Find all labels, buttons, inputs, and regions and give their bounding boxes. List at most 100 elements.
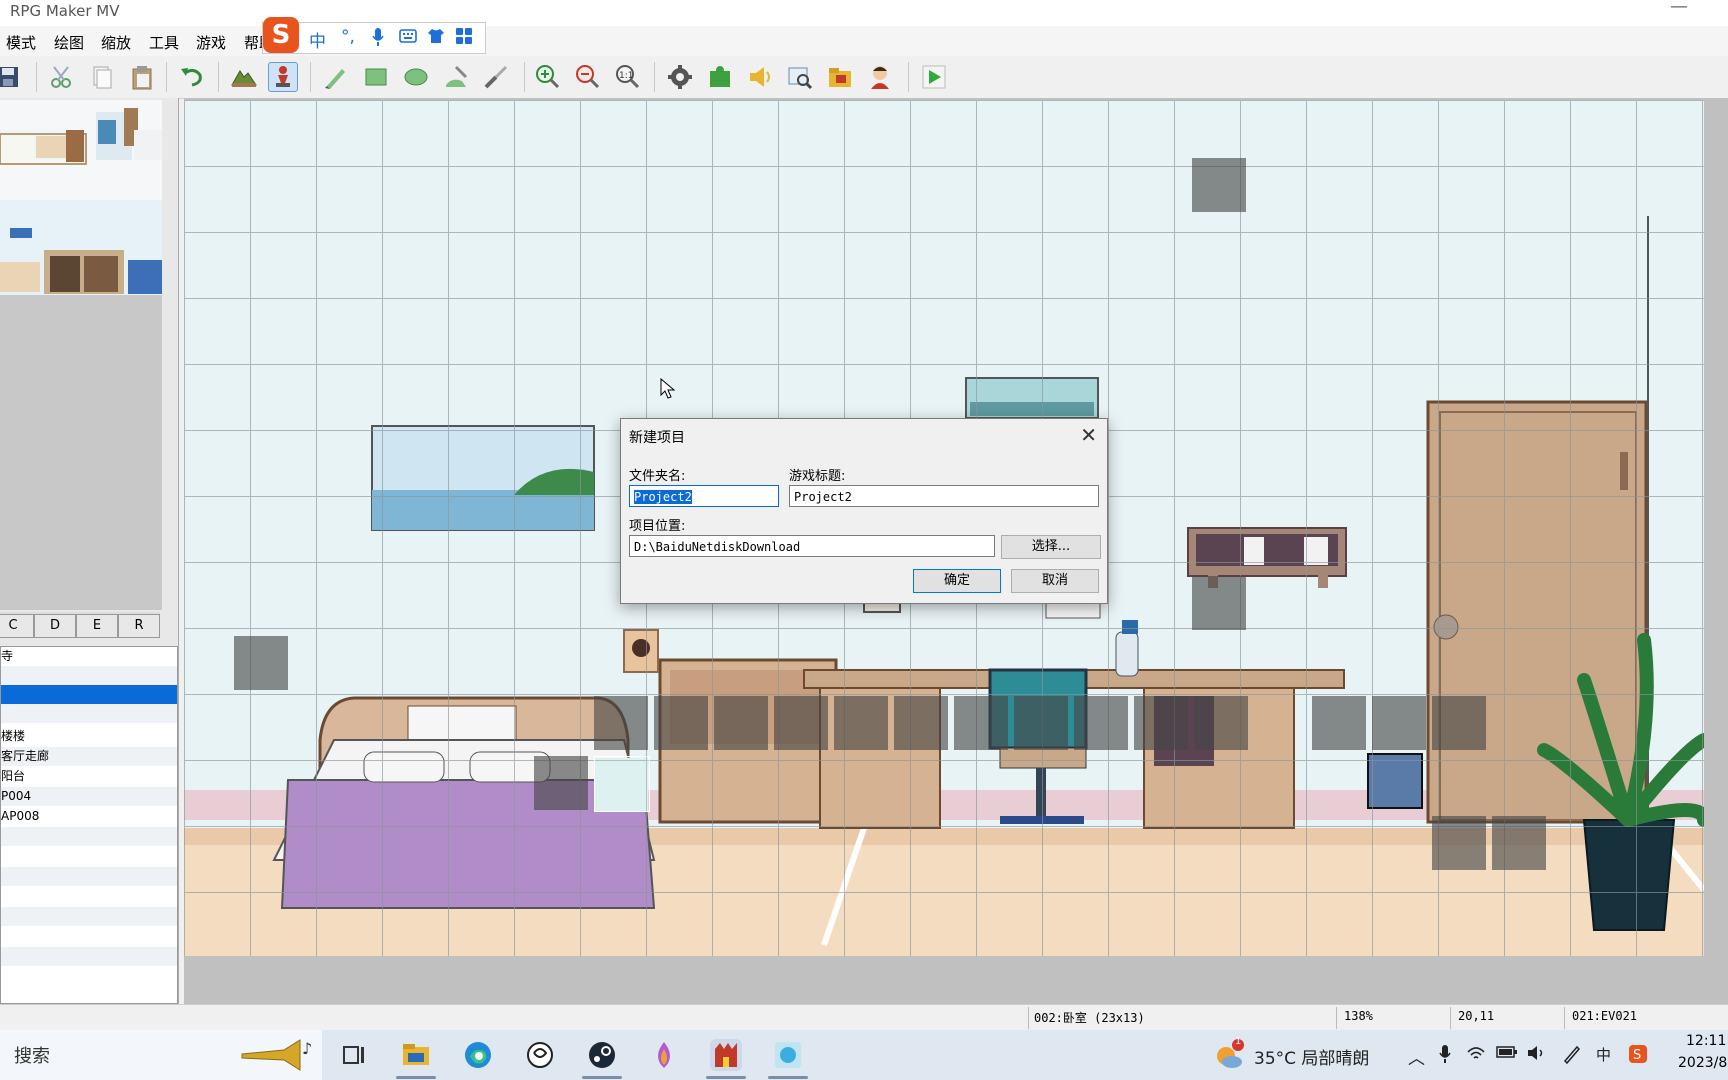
keyboard-icon[interactable] (399, 27, 417, 50)
tab-d[interactable]: D (34, 614, 76, 638)
file-explorer-icon[interactable] (400, 1039, 432, 1071)
map-event[interactable] (594, 696, 648, 750)
save-icon[interactable] (0, 63, 22, 91)
title-bar: RPG Maker MV — (0, 0, 1728, 26)
clock-date[interactable]: 2023/8 (1678, 1055, 1727, 1071)
database-gear-icon[interactable] (666, 63, 694, 91)
map-list-item[interactable]: P004 (1, 787, 177, 806)
map-list-item[interactable]: 寺 (1, 647, 177, 666)
project-location-input[interactable]: D:\BaiduNetdiskDownload (629, 535, 995, 557)
chevron-up-icon[interactable]: ︿ (1408, 1044, 1425, 1069)
rpg-maker-icon[interactable] (710, 1039, 742, 1071)
copy-icon[interactable] (88, 63, 116, 91)
close-icon[interactable]: ✕ (1080, 423, 1097, 447)
map-list-item[interactable]: 客厅走廊 (1, 747, 177, 766)
color-app-icon[interactable] (648, 1039, 680, 1071)
ok-button[interactable]: 确定 (913, 569, 1001, 593)
menu-scale[interactable]: 缩放 (101, 32, 131, 53)
project-location-label: 项目位置: (629, 519, 686, 534)
wifi-icon[interactable] (1466, 1044, 1486, 1067)
sound-test-icon[interactable] (746, 63, 774, 91)
menu-tools[interactable]: 工具 (149, 32, 179, 53)
status-map: 002:卧室 (23x13) (1034, 1011, 1145, 1025)
tileset-palette[interactable] (0, 100, 162, 610)
map-list-item-selected[interactable] (1, 685, 177, 704)
rectangle-icon[interactable] (362, 63, 390, 91)
map-event[interactable] (234, 636, 288, 690)
menu-game[interactable]: 游戏 (196, 32, 226, 53)
map-event[interactable] (1312, 696, 1366, 750)
sogou-tray-icon[interactable]: S (1628, 1044, 1648, 1069)
map-list-item[interactable]: AP008 (1, 807, 177, 826)
app-icon[interactable] (524, 1039, 556, 1071)
event-search-icon[interactable] (786, 63, 814, 91)
map-list-item[interactable] (1, 704, 177, 723)
map-event[interactable] (714, 696, 768, 750)
map-event[interactable] (954, 696, 1008, 750)
map-event[interactable] (774, 696, 828, 750)
fill-icon[interactable] (442, 63, 470, 91)
cut-icon[interactable] (48, 63, 76, 91)
clock-time[interactable]: 12:11 (1686, 1033, 1726, 1049)
battery-icon[interactable] (1496, 1044, 1518, 1065)
game-title-input[interactable]: Project2 (789, 485, 1099, 507)
map-list-item[interactable]: 阳台 (1, 767, 177, 786)
playtest-icon[interactable] (920, 63, 948, 91)
toolbox-icon[interactable] (455, 27, 473, 50)
ellipse-icon[interactable] (402, 63, 430, 91)
input-method-icon[interactable]: 中 (1594, 1044, 1614, 1069)
map-event[interactable] (1492, 816, 1546, 870)
map-event[interactable] (1192, 576, 1246, 630)
event-mode-icon[interactable] (268, 62, 298, 92)
tab-e[interactable]: E (76, 614, 118, 638)
actual-size-icon[interactable]: 1:1 (614, 63, 642, 91)
map-event[interactable] (1432, 816, 1486, 870)
ime-mode-toggle[interactable]: 中 (309, 27, 326, 52)
pencil-icon[interactable] (322, 63, 350, 91)
map-event[interactable] (654, 696, 708, 750)
folder-name-input[interactable]: Project2 (629, 485, 779, 507)
shadow-pen-icon[interactable] (482, 63, 510, 91)
skin-icon[interactable] (427, 27, 445, 50)
live2d-app-icon[interactable] (772, 1039, 804, 1071)
undo-icon[interactable] (178, 63, 206, 91)
selected-event[interactable] (594, 756, 650, 812)
volume-icon[interactable] (1526, 1044, 1548, 1067)
map-event[interactable] (1134, 696, 1188, 750)
microphone-tray-icon[interactable] (1438, 1044, 1452, 1069)
map-event[interactable] (1074, 696, 1128, 750)
map-event[interactable] (894, 696, 948, 750)
map-event[interactable] (1372, 696, 1426, 750)
task-view-icon[interactable] (338, 1039, 370, 1071)
map-event[interactable] (834, 696, 888, 750)
minimize-button[interactable]: — (1670, 0, 1688, 17)
map-event[interactable] (1192, 158, 1246, 212)
ime-punct-toggle[interactable]: °, (341, 27, 355, 47)
weather-text[interactable]: 35°C 局部晴朗 (1254, 1044, 1369, 1069)
taskbar-search-box[interactable]: 搜索 ♪ (0, 1030, 322, 1080)
zoom-in-icon[interactable] (534, 63, 562, 91)
pen-icon[interactable] (1562, 1044, 1582, 1069)
character-generator-icon[interactable] (866, 63, 894, 91)
microphone-icon[interactable] (371, 27, 385, 52)
sogou-logo-icon[interactable]: S (263, 17, 299, 53)
plugin-icon[interactable] (706, 63, 734, 91)
tab-r[interactable]: R (118, 614, 160, 638)
map-mode-icon[interactable] (230, 63, 258, 91)
map-event[interactable] (1014, 696, 1068, 750)
map-list-item[interactable] (1, 666, 177, 685)
choose-folder-button[interactable]: 选择... (1001, 535, 1101, 559)
resource-manager-icon[interactable] (826, 63, 854, 91)
steam-icon[interactable] (586, 1039, 618, 1071)
map-event[interactable] (1432, 696, 1486, 750)
menu-draw[interactable]: 绘图 (54, 32, 84, 53)
paste-icon[interactable] (128, 63, 156, 91)
menu-mode[interactable]: 模式 (6, 32, 36, 53)
map-event[interactable] (1194, 696, 1248, 750)
zoom-out-icon[interactable] (574, 63, 602, 91)
map-event[interactable] (534, 756, 588, 810)
cancel-button[interactable]: 取消 (1011, 569, 1099, 593)
edge-browser-icon[interactable] (462, 1039, 494, 1071)
map-list-item[interactable]: 楼楼 (1, 727, 177, 746)
tab-c[interactable]: C (0, 614, 34, 638)
